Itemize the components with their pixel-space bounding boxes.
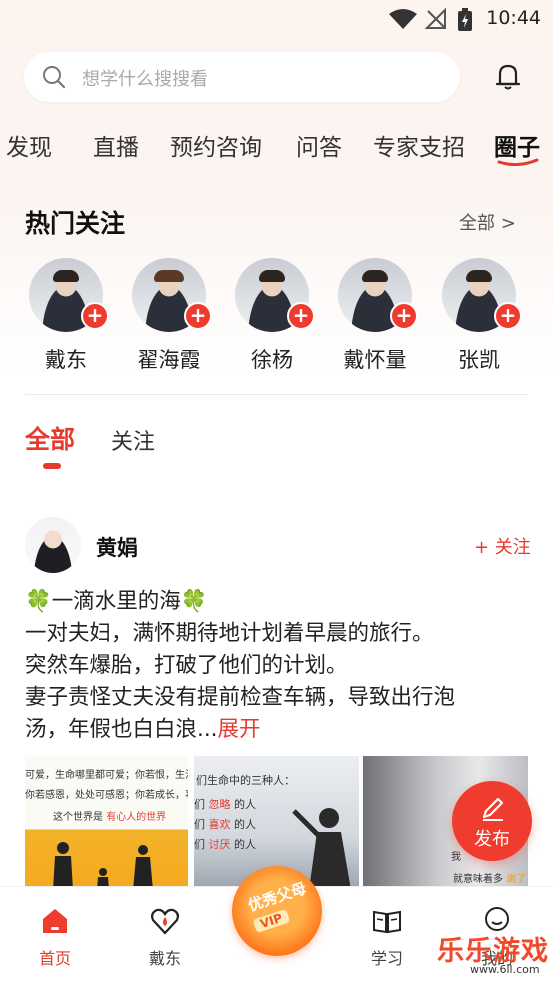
bell-icon[interactable] xyxy=(492,60,524,92)
image-caption: 这个世界是 有心人的世界 xyxy=(53,812,167,823)
clover-icon: 🍀 xyxy=(25,589,52,614)
post-title-line: 🍀一滴水里的海🍀 xyxy=(25,586,535,618)
image-caption: 就意味着多 谢了 xyxy=(453,874,527,885)
post-image[interactable]: 可爱，生命哪里都可爱；你若恨，生活哪里都可 你若感恩，处处可感恩；你若成长，事事… xyxy=(25,756,188,890)
follow-plus-icon[interactable]: + xyxy=(287,302,315,330)
image-caption: 可爱，生命哪里都可爱；你若恨，生活哪里都可 xyxy=(25,770,188,781)
post-line: 突然车爆胎，打破了他们的计划。 xyxy=(25,653,348,678)
expand-link[interactable]: 展开 xyxy=(218,717,261,742)
hot-follow-title: 热门关注 xyxy=(25,209,126,238)
battery-icon xyxy=(458,8,472,31)
no-signal-icon xyxy=(425,8,446,29)
tab-consult[interactable]: 预约咨询 xyxy=(170,128,262,162)
avatar[interactable]: + xyxy=(132,258,212,332)
see-all-link[interactable]: 全部 > xyxy=(459,209,516,235)
expert-name: 徐杨 xyxy=(251,348,293,372)
post-line: 一对夫妇，满怀期待地计划着早晨的旅行。 xyxy=(25,621,434,646)
post-title: 一滴水里的海 xyxy=(51,589,181,614)
tab-discover[interactable]: 发现 xyxy=(6,128,52,162)
image-caption: 们 讨厌 的人 xyxy=(194,838,256,851)
wifi-icon xyxy=(389,9,417,29)
avatar[interactable]: + xyxy=(235,258,315,332)
publish-label: 发布 xyxy=(474,829,510,850)
pencil-icon xyxy=(482,797,504,821)
expert-card[interactable]: + 戴东 xyxy=(16,258,116,374)
expert-name: 戴怀量 xyxy=(343,348,407,372)
clock: 10:44 xyxy=(486,7,541,29)
image-caption: 你若感恩，处处可感恩；你若成长，事事可成长 xyxy=(25,790,188,801)
image-caption: 们生命中的三种人： xyxy=(196,774,295,787)
author-name[interactable]: 黄娟 xyxy=(96,532,138,562)
publish-button[interactable]: 发布 xyxy=(452,781,532,861)
search-icon xyxy=(43,66,66,89)
follow-plus-icon[interactable]: + xyxy=(494,302,522,330)
image-caption: 们 喜欢 的人 xyxy=(194,818,256,831)
avatar[interactable]: + xyxy=(338,258,418,332)
nav-daidong[interactable]: 戴东 xyxy=(120,887,210,969)
search-bar[interactable]: 想学什么搜搜看 xyxy=(24,52,460,102)
home-icon xyxy=(43,909,67,933)
expert-name: 张凯 xyxy=(458,348,500,372)
image-caption: 们 忽略 的人 xyxy=(194,798,256,811)
nav-home[interactable]: 首页 xyxy=(10,887,100,969)
nav-study[interactable]: 学习 xyxy=(342,887,432,969)
follow-button[interactable]: + 关注 xyxy=(474,533,531,559)
book-icon xyxy=(373,910,401,934)
vip-parent-badge[interactable]: 优秀父母 VIP xyxy=(232,866,322,956)
nav-label: 戴东 xyxy=(148,949,181,968)
expert-name: 戴东 xyxy=(45,348,87,372)
tab-live[interactable]: 直播 xyxy=(93,128,139,162)
subtab-all[interactable]: 全部 xyxy=(25,420,75,456)
tab-qa[interactable]: 问答 xyxy=(296,128,342,162)
tab-expert-tips[interactable]: 专家支招 xyxy=(373,128,465,162)
avatar[interactable]: + xyxy=(29,258,109,332)
active-tab-indicator xyxy=(497,158,539,166)
search-input[interactable]: 想学什么搜搜看 xyxy=(82,65,208,91)
post-line-last: 汤，年假也白白浪...展开 xyxy=(25,714,535,746)
post-line: 汤，年假也白白浪... xyxy=(25,717,218,742)
author-avatar[interactable] xyxy=(25,517,81,573)
family-silhouette-icon xyxy=(53,842,153,890)
avatar[interactable]: + xyxy=(442,258,522,332)
heart-drop-icon xyxy=(151,908,179,935)
follow-plus-icon[interactable]: + xyxy=(390,302,418,330)
status-bar: 10:44 xyxy=(0,0,553,38)
tab-circle[interactable]: 圈子 xyxy=(494,128,540,162)
category-tabs: 发现 直播 预约咨询 问答 专家支招 圈子 xyxy=(0,128,553,168)
expert-card[interactable]: + 翟海霞 xyxy=(119,258,219,374)
watermark-url: www.6ll.com xyxy=(470,963,540,976)
follow-plus-icon[interactable]: + xyxy=(81,302,109,330)
nav-label: 首页 xyxy=(38,949,71,968)
follow-plus-icon[interactable]: + xyxy=(184,302,212,330)
expert-name: 翟海霞 xyxy=(137,348,201,372)
post-body[interactable]: 🍀一滴水里的海🍀 一对夫妇，满怀期待地计划着早晨的旅行。 突然车爆胎，打破了他们… xyxy=(25,586,535,746)
nav-label: 学习 xyxy=(370,949,403,968)
post-line: 妻子责怪丈夫没有提前检查车辆，导致出行泡 xyxy=(25,685,456,710)
expert-card[interactable]: + 徐杨 xyxy=(222,258,322,374)
clover-icon: 🍀 xyxy=(180,589,208,614)
subtab-indicator xyxy=(43,463,61,469)
expert-card[interactable]: + 张凯 xyxy=(429,258,529,374)
divider xyxy=(25,394,528,395)
expert-card[interactable]: + 戴怀量 xyxy=(325,258,425,374)
subtab-following[interactable]: 关注 xyxy=(111,424,155,456)
